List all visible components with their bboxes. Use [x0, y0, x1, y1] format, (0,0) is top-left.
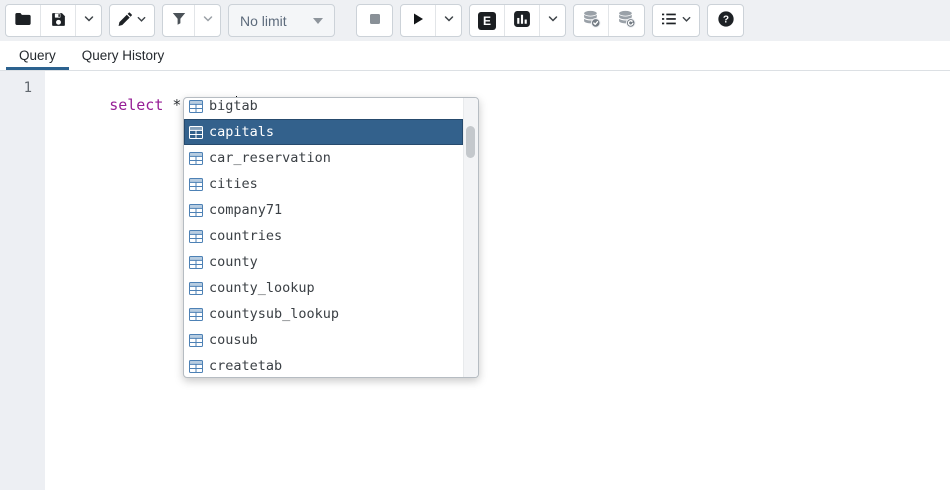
table-icon [189, 204, 203, 217]
query-toolbar: No limit E [0, 0, 950, 41]
execute-options-dropdown-button[interactable] [436, 5, 461, 36]
sql-keyword: select [109, 96, 163, 114]
tab-query-history-label: Query History [82, 48, 165, 63]
tab-query-label: Query [19, 48, 56, 63]
commit-button[interactable] [574, 5, 609, 36]
autocomplete-item[interactable]: company71 [184, 197, 463, 223]
autocomplete-item-label: cousub [209, 332, 258, 348]
file-button-group [5, 4, 102, 37]
autocomplete-list: bigtab capitals [184, 98, 463, 377]
autocomplete-item-label: county [209, 254, 258, 270]
autocomplete-item[interactable]: capitals [184, 119, 463, 145]
table-icon [189, 256, 203, 269]
autocomplete-item-label: cities [209, 176, 258, 192]
filter-options-dropdown-button[interactable] [195, 5, 220, 36]
autocomplete-item[interactable]: countysub_lookup [184, 301, 463, 327]
table-icon [189, 126, 203, 139]
filter-button[interactable] [163, 5, 195, 36]
line-number-gutter: 1 [0, 71, 45, 490]
table-icon [189, 308, 203, 321]
help-icon: ? [717, 10, 735, 31]
autocomplete-item[interactable]: createtab [184, 353, 463, 377]
execute-play-button[interactable] [401, 5, 436, 36]
folder-icon [14, 10, 32, 31]
play-icon [410, 11, 426, 30]
chevron-down-icon [547, 13, 559, 28]
autocomplete-popup: bigtab capitals [183, 97, 479, 378]
autocomplete-viewport: bigtab capitals [184, 98, 463, 377]
macro-ordered-list-icon [660, 11, 678, 30]
edit-button-group [109, 4, 155, 37]
help-button-group: ? [707, 4, 744, 37]
autocomplete-item-label: countysub_lookup [209, 306, 339, 322]
autocomplete-item-label: bigtab [209, 98, 258, 114]
table-icon [189, 230, 203, 243]
tab-query-history[interactable]: Query History [69, 41, 178, 70]
filter-button-group [162, 4, 221, 37]
edit-menu-button[interactable] [110, 5, 154, 36]
explain-button[interactable]: E [470, 5, 505, 36]
explain-analyze-chart-icon [513, 10, 531, 31]
row-limit-value: No limit [240, 13, 287, 29]
commit-db-check-icon [582, 10, 601, 31]
save-button[interactable] [41, 5, 76, 36]
select-caret-icon [313, 18, 323, 24]
explain-options-dropdown-button[interactable] [540, 5, 565, 36]
chevron-down-icon [83, 13, 95, 28]
line-number: 1 [0, 80, 32, 96]
stop-button[interactable] [357, 5, 392, 36]
svg-text:?: ? [722, 15, 728, 26]
transaction-button-group [573, 4, 645, 37]
chevron-down-icon [681, 13, 692, 28]
stop-button-group [356, 4, 393, 37]
autocomplete-item-label: createtab [209, 358, 282, 374]
rollback-db-arrow-button[interactable] [609, 5, 644, 36]
table-icon [189, 282, 203, 295]
edit-pencil-icon [117, 11, 133, 30]
filter-icon [171, 11, 187, 30]
autocomplete-item[interactable]: cities [184, 171, 463, 197]
autocomplete-item-label: countries [209, 228, 282, 244]
sql-operator: * [172, 96, 181, 114]
autocomplete-item-label: car_reservation [209, 150, 331, 166]
stop-icon [367, 11, 383, 30]
explain-button-group: E [469, 4, 566, 37]
autocomplete-item[interactable]: county_lookup [184, 275, 463, 301]
table-icon [189, 178, 203, 191]
open-file-button[interactable] [6, 5, 41, 36]
autocomplete-item[interactable]: county [184, 249, 463, 275]
query-tabbar: Query Query History [0, 41, 950, 71]
autocomplete-scrollbar-thumb[interactable] [466, 126, 475, 158]
autocomplete-item[interactable]: cousub [184, 327, 463, 353]
table-icon [189, 152, 203, 165]
autocomplete-item[interactable]: bigtab [184, 98, 463, 119]
rollback-db-arrow-icon [617, 10, 636, 31]
explain-badge-icon: E [478, 12, 496, 30]
autocomplete-item[interactable]: countries [184, 223, 463, 249]
chevron-down-icon [202, 13, 214, 28]
execute-button-group [400, 4, 462, 37]
autocomplete-item-label: capitals [209, 124, 274, 140]
save-icon [50, 11, 67, 31]
explain-analyze-button[interactable] [505, 5, 540, 36]
table-icon [189, 334, 203, 347]
macro-menu-button[interactable] [653, 5, 699, 36]
autocomplete-item-label: county_lookup [209, 280, 315, 296]
autocomplete-scrollbar-track[interactable] [463, 98, 478, 377]
query-tool-window: No limit E [0, 0, 950, 490]
tab-query[interactable]: Query [6, 41, 69, 70]
macro-button-group [652, 4, 700, 37]
save-options-dropdown-button[interactable] [76, 5, 101, 36]
table-icon [189, 360, 203, 373]
table-icon [189, 100, 203, 113]
chevron-down-icon [136, 13, 147, 28]
autocomplete-item-label: company71 [209, 202, 282, 218]
help-button[interactable]: ? [708, 5, 743, 36]
sql-code-input[interactable]: select*from [45, 71, 950, 490]
chevron-down-icon [443, 13, 455, 28]
autocomplete-item[interactable]: car_reservation [184, 145, 463, 171]
row-limit-select[interactable]: No limit [228, 4, 335, 37]
